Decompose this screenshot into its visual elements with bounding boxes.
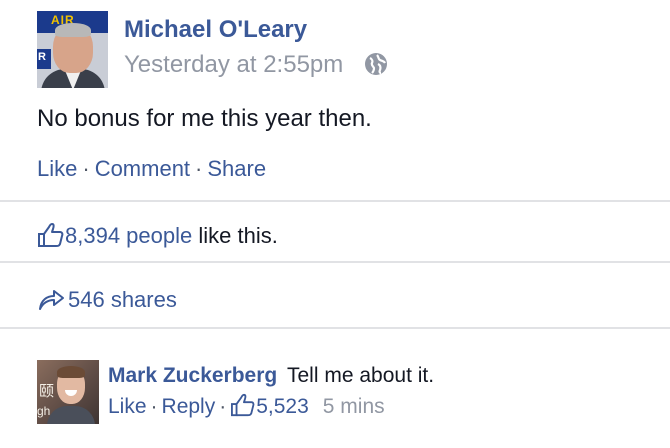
post-actions: Like · Comment · Share (37, 156, 266, 182)
separator: · (82, 156, 90, 181)
commenter-avatar[interactable]: 颐 gh (37, 360, 99, 424)
divider (0, 261, 670, 263)
share-arrow-icon (39, 290, 64, 310)
post-text: No bonus for me this year then. (37, 105, 372, 132)
comment-link[interactable]: Comment (95, 156, 190, 181)
comment-text: Tell me about it. (287, 364, 435, 387)
separator: · (150, 395, 158, 418)
divider (0, 327, 670, 329)
separator: · (195, 156, 203, 181)
likes-summary: 8,394 people like this. (37, 222, 278, 249)
comment-item: 颐 gh Mark Zuckerberg Tell me about it. L… (37, 357, 657, 427)
likes-suffix: like this. (198, 223, 278, 248)
share-link[interactable]: Share (207, 156, 266, 181)
shares-summary[interactable]: 546 shares (37, 286, 177, 313)
divider (0, 200, 670, 202)
comment-meta: Like · Reply · 5,523 5 mins (108, 393, 385, 419)
post-header: AIR R Michael O'Leary Yesterday at 2:55p… (37, 11, 637, 89)
post-timestamp[interactable]: Yesterday at 2:55pm (124, 51, 343, 79)
globe-icon (365, 53, 387, 75)
like-link[interactable]: Like (37, 156, 77, 181)
shares-count: 546 shares (68, 287, 177, 312)
thumbs-up-icon (38, 223, 64, 247)
likes-count-link[interactable]: 8,394 people (65, 223, 192, 248)
comment-reply-link[interactable]: Reply (162, 395, 216, 418)
comment-author-name[interactable]: Mark Zuckerberg (108, 364, 277, 388)
separator: · (219, 395, 227, 418)
comment-like-link[interactable]: Like (108, 395, 147, 418)
comment-like-count[interactable]: 5,523 (256, 395, 309, 418)
thumbs-up-icon (231, 393, 255, 417)
comment-time[interactable]: 5 mins (309, 395, 385, 418)
post-author-name[interactable]: Michael O'Leary (124, 16, 307, 44)
author-avatar[interactable]: AIR R (37, 11, 108, 88)
